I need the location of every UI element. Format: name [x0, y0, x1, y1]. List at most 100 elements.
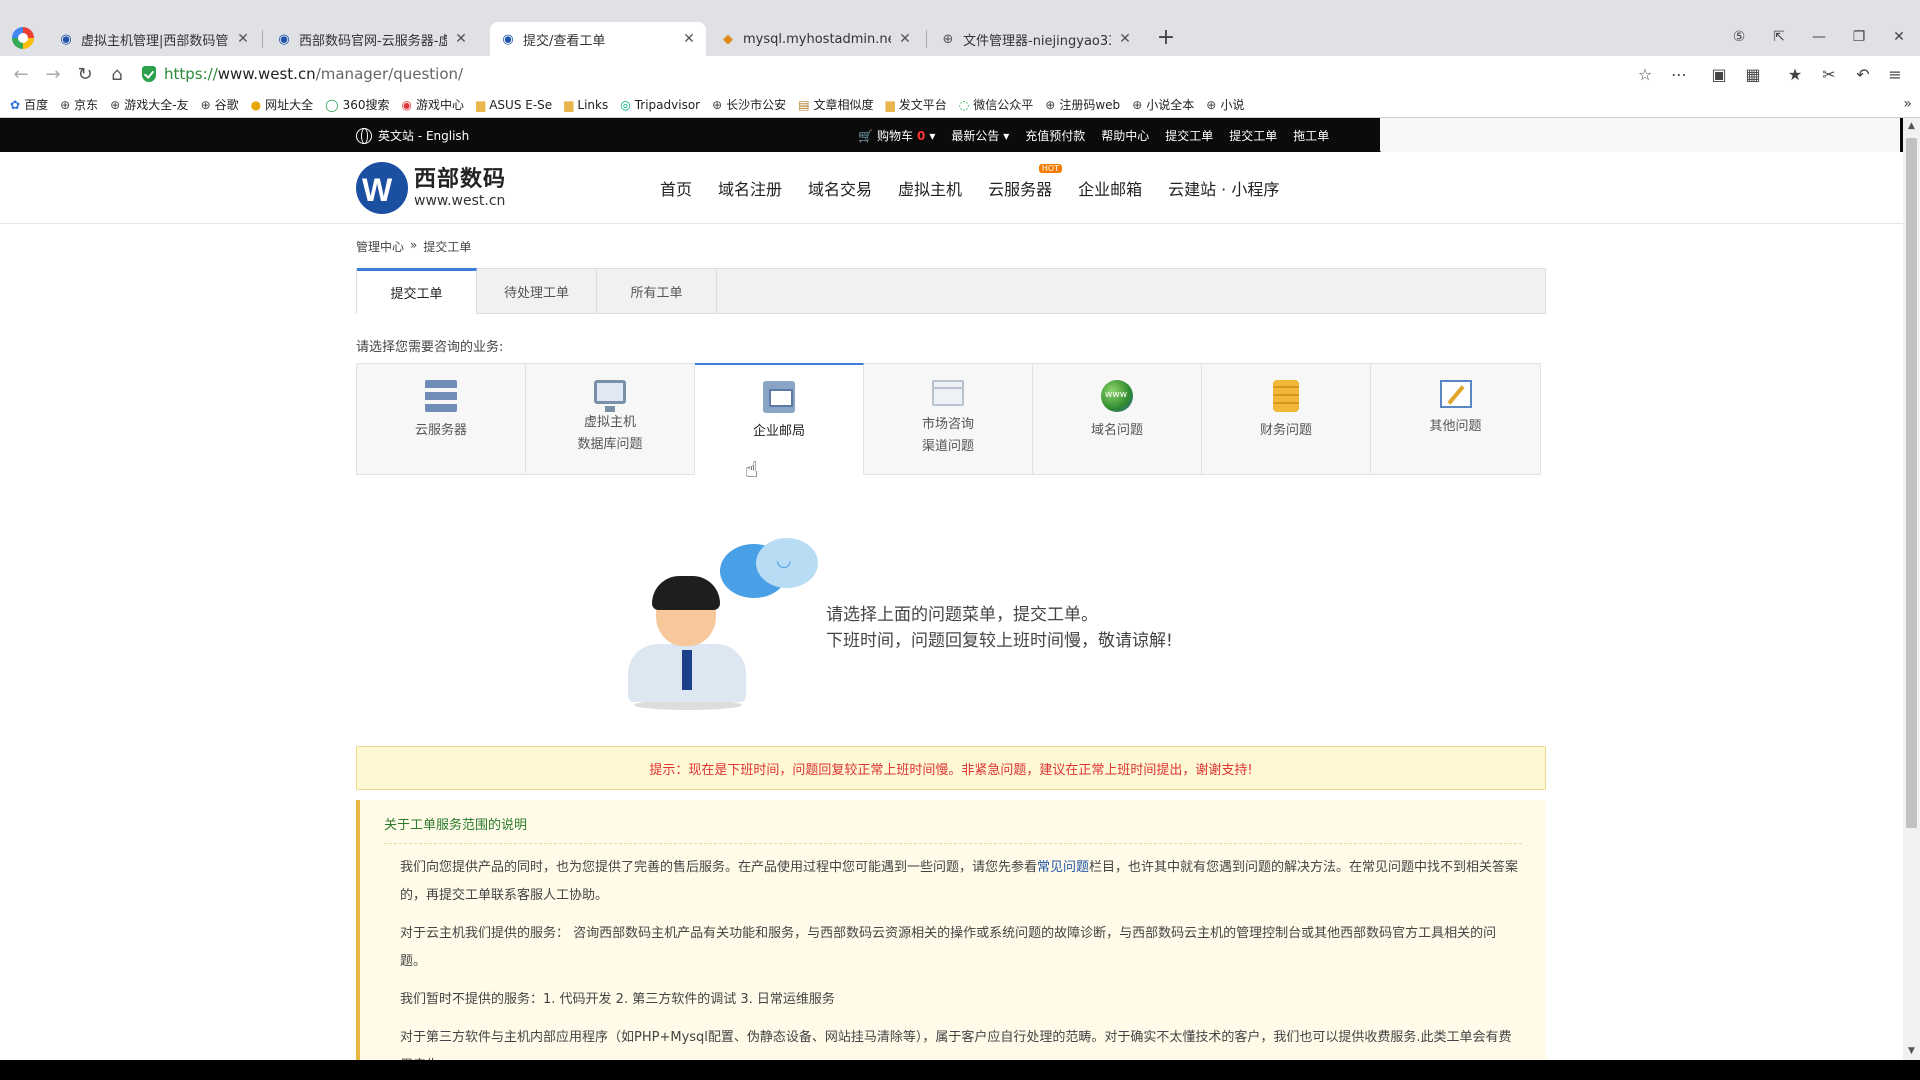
notice-text: 请选择上面的问题菜单，提交工单。 下班时间，问题回复较上班时间慢，敬请谅解! [826, 602, 1173, 654]
breadcrumb-separator: » [410, 238, 418, 252]
address-bar[interactable]: https://www.west.cn/manager/question/ [142, 60, 1682, 88]
logo-domain: www.west.cn [414, 192, 506, 209]
topbar-link-announcements[interactable]: 最新公告 ▾ [951, 127, 1009, 144]
tab-all-tickets[interactable]: 所有工单 [597, 269, 717, 313]
west-logo-icon: ◉ [60, 31, 72, 47]
ticket-tabs: 提交工单 待处理工单 所有工单 [356, 268, 1546, 314]
topbar-link-recharge[interactable]: 充值预付款 [1025, 127, 1085, 144]
bookmark-item[interactable]: ◎ Tripadvisor [620, 98, 700, 112]
bookmark-item[interactable]: ⊕ 小说 [1206, 96, 1244, 113]
undo-icon[interactable]: ↶ [1850, 62, 1876, 88]
close-tab-icon[interactable]: ✕ [236, 31, 250, 47]
category-virtual-host[interactable]: 虚拟主机 数据库问题 [526, 364, 695, 474]
mail-icon [763, 381, 795, 413]
nav-item-enterprise-mail[interactable]: 企业邮箱 [1078, 176, 1142, 200]
breadcrumb-current: 提交工单 [423, 240, 472, 254]
scissors-icon[interactable]: ✂ [1816, 62, 1842, 88]
topbar-link-submit-ticket-2[interactable]: 提交工单 [1229, 127, 1277, 144]
browser-tab-4[interactable]: ◆ mysql.myhostadmin.net / s ✕ [710, 22, 922, 56]
nav-item-site-builder[interactable]: 云建站 · 小程序 [1168, 176, 1279, 200]
topbar-link-submit-ticket[interactable]: 提交工单 [1165, 127, 1213, 144]
forward-button[interactable]: → [40, 62, 66, 88]
bookmark-item[interactable]: ⊕ 长沙市公安 [712, 96, 786, 113]
tab-pending-tickets[interactable]: 待处理工单 [477, 269, 597, 313]
apps-grid-icon[interactable]: ▦ [1740, 62, 1766, 88]
category-label: 其他问题 [1429, 419, 1482, 434]
nav-item-home[interactable]: 首页 [660, 176, 692, 200]
scope-paragraph-1: 我们向您提供产品的同时，也为您提供了完善的售后服务。在产品使用过程中您可能遇到一… [400, 860, 1519, 903]
nav-item-cloud-server[interactable]: 云服务器 HOT [988, 164, 1063, 200]
nav-item-domain-register[interactable]: 域名注册 [718, 176, 782, 200]
browser-tab-2[interactable]: ◉ 西部数码官网-云服务器-虚拟 ✕ [266, 22, 478, 56]
breadcrumb-home[interactable]: 管理中心 [356, 238, 404, 255]
browser-tab-5[interactable]: ⊕ 文件管理器-niejingyao3325 ✕ [930, 22, 1142, 56]
faq-link[interactable]: 常见问题 [1037, 860, 1089, 875]
scrollbar-thumb[interactable] [1906, 138, 1917, 828]
bookmark-item[interactable]: ✿ 百度 [10, 96, 48, 113]
folder-icon: ▆ [564, 97, 574, 112]
bookmark-item[interactable]: ◌ 微信公众平 [959, 96, 1034, 113]
topbar-link-ticket[interactable]: 拖工单 [1293, 127, 1329, 144]
bookmark-folder[interactable]: ▆ ASUS E-Se [476, 98, 552, 112]
new-tab-button[interactable]: + [1152, 24, 1180, 52]
bookmark-item[interactable]: ▤ 文章相似度 [798, 96, 873, 113]
category-label: 企业邮局 [752, 424, 805, 439]
category-enterprise-mail[interactable]: 企业邮局 [695, 363, 864, 475]
globe-icon: ⊕ [1206, 97, 1217, 112]
restore-button[interactable]: ❐ [1842, 24, 1876, 50]
tab-submit-ticket[interactable]: 提交工单 [357, 268, 477, 314]
category-domain[interactable]: 域名问题 [1033, 364, 1202, 474]
bookmark-item[interactable]: ⊕ 谷歌 [201, 96, 239, 113]
back-button[interactable]: ← [8, 62, 34, 88]
page-viewport: 英文站 - English 🛒 购物车 0 ▾ 最新公告 ▾ 充值预付款 帮助中… [0, 118, 1920, 1060]
chevron-down-icon: ▾ [1003, 129, 1010, 143]
category-other[interactable]: 其他问题 [1371, 364, 1540, 474]
close-tab-icon[interactable]: ✕ [454, 31, 468, 47]
reader-icon[interactable]: ▣ [1706, 62, 1732, 88]
category-label: 财务问题 [1259, 423, 1312, 438]
home-button[interactable]: ⌂ [104, 62, 130, 88]
category-finance[interactable]: 财务问题 [1202, 364, 1371, 474]
more-dots-icon[interactable]: ⋯ [1666, 62, 1692, 88]
pin-icon[interactable]: ⇱ [1762, 24, 1796, 50]
bookmark-star-icon[interactable]: ☆ [1632, 62, 1658, 88]
close-tab-icon[interactable]: ✕ [1118, 31, 1132, 47]
category-market-consult[interactable]: 市场咨询 渠道问题 [864, 364, 1033, 474]
browser-tab-1[interactable]: ◉ 虚拟主机管理|西部数码管理中 ✕ [48, 22, 260, 56]
globe-icon: ⊕ [1132, 97, 1143, 112]
category-cloud-server[interactable]: 云服务器 [357, 364, 526, 474]
browser-tab-active[interactable]: ◉ 提交/查看工单 ✕ [490, 22, 706, 56]
bookmark-item[interactable]: ● 网址大全 [251, 96, 314, 113]
bookmark-item[interactable]: ⊕ 游戏大全-友 [110, 96, 188, 113]
page-scrollbar[interactable]: ▲ ▼ [1903, 118, 1920, 1060]
cart-count: 0 [916, 128, 926, 143]
category-label: 域名问题 [1090, 423, 1143, 438]
close-tab-icon[interactable]: ✕ [898, 31, 912, 47]
topbar-link-help[interactable]: 帮助中心 [1101, 127, 1149, 144]
bookmark-item[interactable]: ◯ 360搜索 [325, 96, 389, 113]
bookmark-folder[interactable]: ▆ 发文平台 [886, 96, 947, 113]
minimize-button[interactable]: — [1802, 24, 1836, 50]
browser-logo-icon[interactable] [12, 27, 34, 49]
reload-button[interactable]: ↻ [72, 62, 98, 88]
scroll-up-icon[interactable]: ▲ [1903, 118, 1920, 135]
nav-item-domain-trade[interactable]: 域名交易 [808, 176, 872, 200]
close-tab-icon[interactable]: ✕ [682, 31, 696, 47]
bookmark-folder[interactable]: ▆ Links [564, 98, 608, 112]
tab-search-icon[interactable]: ⑤ [1722, 24, 1756, 50]
menu-icon[interactable]: ≡ [1882, 62, 1908, 88]
site-logo[interactable]: 西部数码 www.west.cn [356, 162, 506, 214]
favorites-icon[interactable]: ★ [1782, 62, 1808, 88]
bookmark-item[interactable]: ⊕ 注册码web [1045, 96, 1120, 113]
logo-name: 西部数码 [414, 167, 507, 193]
language-switch[interactable]: 英文站 - English [356, 127, 469, 144]
cart-link[interactable]: 🛒 购物车 0 ▾ [858, 127, 935, 144]
nav-item-virtual-host[interactable]: 虚拟主机 [898, 176, 962, 200]
close-window-button[interactable]: ✕ [1882, 24, 1916, 50]
bookmark-item[interactable]: ⊕ 京东 [60, 96, 98, 113]
bookmark-item[interactable]: ◉ 游戏中心 [401, 96, 464, 113]
scroll-down-icon[interactable]: ▼ [1903, 1043, 1920, 1060]
scope-paragraph-4: 对于第三方软件与主机内部应用程序（如PHP+Mysql配置、伪静态设备、网站挂马… [400, 1030, 1512, 1060]
bookmarks-overflow-icon[interactable]: » [1903, 96, 1912, 112]
bookmark-item[interactable]: ⊕ 小说全本 [1132, 96, 1194, 113]
